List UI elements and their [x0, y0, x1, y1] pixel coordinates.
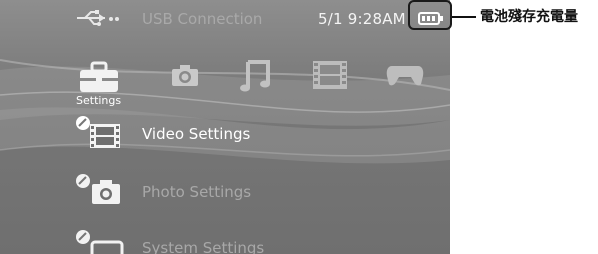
- toolbox-icon: [80, 61, 118, 92]
- category-settings[interactable]: [78, 60, 120, 94]
- menu-item-system-settings[interactable]: System Settings: [74, 228, 434, 254]
- menu-item-label: Photo Settings: [142, 183, 252, 201]
- category-photo[interactable]: [170, 62, 200, 96]
- callout-line: [452, 16, 476, 18]
- menu-item-photo-settings[interactable]: Photo Settings: [74, 172, 434, 210]
- psp-screen: USB Connection 5/1 9:28AM Settings Video…: [0, 0, 450, 254]
- battery-callout-label: 電池殘存充電量: [480, 9, 578, 25]
- battery-highlight-ring: [408, 0, 452, 30]
- clock: 5/1 9:28AM: [318, 10, 406, 28]
- photo-settings-icon: [76, 174, 120, 204]
- usb-connection-label: USB Connection: [142, 10, 263, 28]
- film-icon: [313, 61, 347, 89]
- music-note-icon: [240, 60, 270, 92]
- menu-item-label: Video Settings: [142, 125, 251, 143]
- category-video[interactable]: [312, 60, 348, 94]
- video-settings-icon: [76, 116, 120, 148]
- category-game[interactable]: [386, 64, 424, 98]
- gamepad-icon: [386, 66, 424, 86]
- usb-icon: [77, 10, 119, 26]
- camera-icon: [172, 65, 198, 86]
- system-settings-icon: [76, 230, 124, 254]
- menu-item-video-settings[interactable]: Video Settings: [74, 114, 434, 152]
- status-bar: USB Connection 5/1 9:28AM: [0, 6, 450, 30]
- category-music[interactable]: [240, 56, 272, 92]
- menu-item-label: System Settings: [142, 239, 265, 254]
- category-label-settings: Settings: [76, 94, 122, 107]
